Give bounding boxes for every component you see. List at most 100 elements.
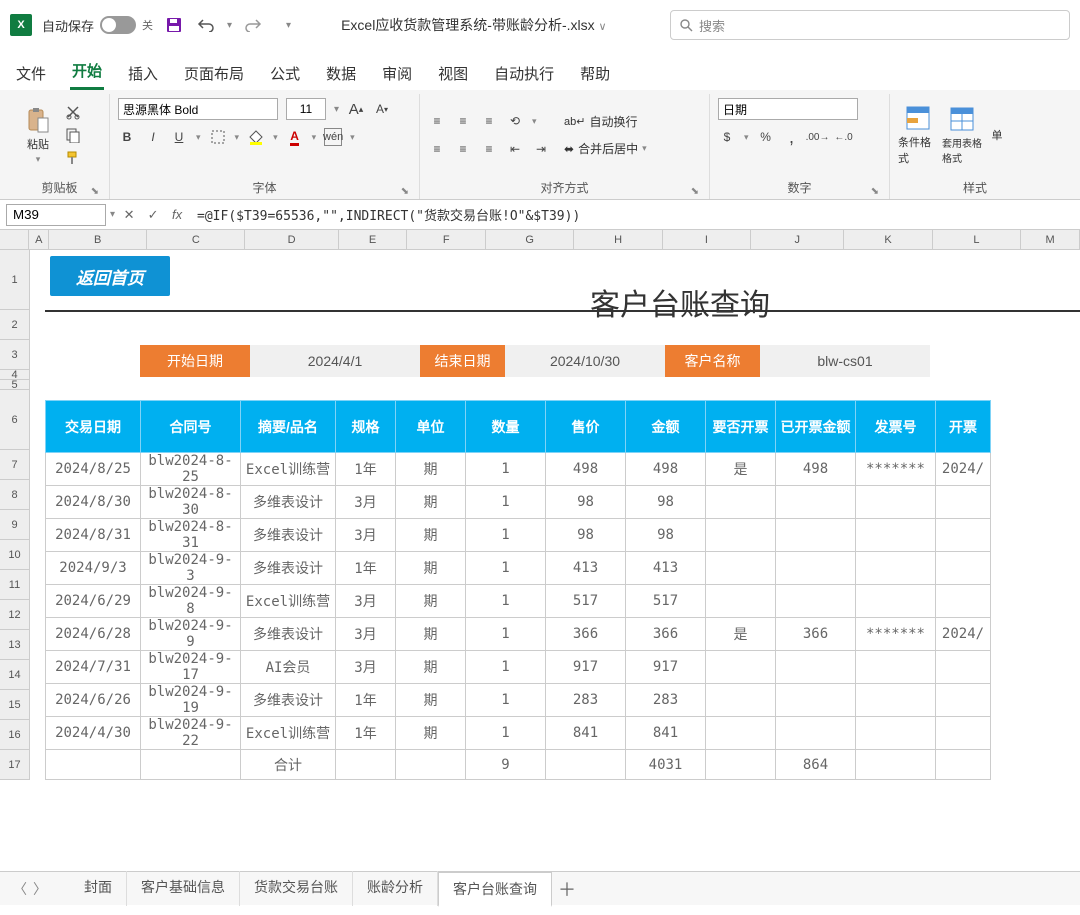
table-cell[interactable] bbox=[936, 684, 991, 717]
table-cell[interactable]: 多维表设计 bbox=[241, 618, 336, 651]
row-header[interactable]: 11 bbox=[0, 570, 30, 600]
table-cell[interactable]: 多维表设计 bbox=[241, 684, 336, 717]
table-cell[interactable]: blw2024-9-8 bbox=[141, 585, 241, 618]
table-cell[interactable] bbox=[776, 519, 856, 552]
table-cell[interactable]: 期 bbox=[396, 453, 466, 486]
align-top-icon[interactable]: ≡ bbox=[428, 112, 446, 130]
table-cell[interactable]: ******* bbox=[856, 453, 936, 486]
table-cell[interactable]: AI会员 bbox=[241, 651, 336, 684]
dialog-launcher-icon[interactable]: ⬊ bbox=[691, 186, 699, 197]
align-bottom-icon[interactable]: ≡ bbox=[480, 112, 498, 130]
table-cell[interactable] bbox=[706, 519, 776, 552]
col-header[interactable]: I bbox=[663, 230, 751, 250]
table-row[interactable]: 2024/6/29blw2024-9-8Excel训练营3月期1517517 bbox=[46, 585, 991, 618]
table-cell[interactable] bbox=[776, 552, 856, 585]
table-cell[interactable]: 2024/6/29 bbox=[46, 585, 141, 618]
table-cell[interactable] bbox=[706, 684, 776, 717]
sheet-tab[interactable]: 客户台账查询 bbox=[438, 872, 552, 907]
table-cell[interactable] bbox=[856, 585, 936, 618]
table-cell[interactable]: 413 bbox=[626, 552, 706, 585]
select-all-corner[interactable] bbox=[0, 230, 29, 250]
align-left-icon[interactable]: ≡ bbox=[428, 140, 446, 158]
conditional-format-button[interactable]: 条件格式 bbox=[898, 104, 938, 166]
accept-formula-icon[interactable]: ✓ bbox=[143, 205, 163, 225]
table-cell[interactable]: 1年 bbox=[336, 453, 396, 486]
table-cell[interactable]: 1 bbox=[466, 717, 546, 750]
fx-icon[interactable]: fx bbox=[167, 205, 187, 225]
table-row[interactable]: 2024/7/31blw2024-9-17AI会员3月期1917917 bbox=[46, 651, 991, 684]
table-cell[interactable] bbox=[776, 651, 856, 684]
table-cell[interactable]: 917 bbox=[626, 651, 706, 684]
table-row[interactable]: 2024/8/25blw2024-8-25Excel训练营1年期1498498是… bbox=[46, 453, 991, 486]
table-cell[interactable]: 1年 bbox=[336, 717, 396, 750]
tab-页面布局[interactable]: 页面布局 bbox=[182, 57, 246, 90]
table-cell[interactable]: 498 bbox=[626, 453, 706, 486]
tab-自动执行[interactable]: 自动执行 bbox=[492, 57, 556, 90]
format-painter-icon[interactable] bbox=[64, 149, 82, 167]
col-header[interactable]: K bbox=[844, 230, 932, 250]
table-cell[interactable] bbox=[706, 717, 776, 750]
align-middle-icon[interactable]: ≡ bbox=[454, 112, 472, 130]
decrease-decimal-icon[interactable]: ←.0 bbox=[835, 128, 853, 146]
tab-审阅[interactable]: 审阅 bbox=[380, 57, 414, 90]
row-header[interactable]: 15 bbox=[0, 690, 30, 720]
table-cell[interactable] bbox=[706, 486, 776, 519]
row-header[interactable]: 1 bbox=[0, 250, 30, 310]
col-header[interactable]: F bbox=[407, 230, 486, 250]
table-cell[interactable]: 多维表设计 bbox=[241, 552, 336, 585]
tab-开始[interactable]: 开始 bbox=[70, 54, 104, 90]
table-row[interactable]: 2024/8/31blw2024-8-31多维表设计3月期19898 bbox=[46, 519, 991, 552]
table-cell[interactable]: 498 bbox=[546, 453, 626, 486]
table-cell[interactable]: 517 bbox=[546, 585, 626, 618]
col-header[interactable]: D bbox=[245, 230, 338, 250]
col-header[interactable]: J bbox=[751, 230, 844, 250]
table-cell[interactable]: 3月 bbox=[336, 585, 396, 618]
table-row[interactable]: 2024/9/3blw2024-9-3多维表设计1年期1413413 bbox=[46, 552, 991, 585]
increase-indent-icon[interactable]: ⇥ bbox=[532, 140, 550, 158]
col-header[interactable]: G bbox=[486, 230, 574, 250]
redo-icon[interactable] bbox=[242, 14, 264, 36]
table-cell[interactable]: 1 bbox=[466, 519, 546, 552]
table-cell[interactable]: 1年 bbox=[336, 552, 396, 585]
decrease-font-icon[interactable]: A▾ bbox=[373, 100, 391, 118]
underline-icon[interactable]: U bbox=[170, 128, 188, 146]
tab-公式[interactable]: 公式 bbox=[268, 57, 302, 90]
col-header[interactable]: C bbox=[147, 230, 245, 250]
italic-icon[interactable]: I bbox=[144, 128, 162, 146]
comma-icon[interactable]: , bbox=[783, 128, 801, 146]
table-cell[interactable]: 是 bbox=[706, 618, 776, 651]
customer-value[interactable]: blw-cs01 bbox=[760, 345, 930, 377]
format-as-table-button[interactable]: 套用表格格式 bbox=[942, 105, 982, 165]
table-cell[interactable]: 98 bbox=[546, 486, 626, 519]
table-cell[interactable]: blw2024-9-17 bbox=[141, 651, 241, 684]
table-cell[interactable]: 期 bbox=[396, 684, 466, 717]
table-cell[interactable]: 366 bbox=[546, 618, 626, 651]
table-cell[interactable]: 2024/9/3 bbox=[46, 552, 141, 585]
table-cell[interactable] bbox=[856, 486, 936, 519]
table-cell[interactable]: 1年 bbox=[336, 684, 396, 717]
table-cell[interactable]: 1 bbox=[466, 453, 546, 486]
table-cell[interactable]: 283 bbox=[546, 684, 626, 717]
tab-文件[interactable]: 文件 bbox=[14, 57, 48, 90]
table-cell[interactable]: ******* bbox=[856, 618, 936, 651]
table-cell[interactable] bbox=[856, 684, 936, 717]
font-color-icon[interactable]: A bbox=[286, 128, 304, 146]
name-box[interactable] bbox=[6, 204, 106, 226]
row-header[interactable]: 13 bbox=[0, 630, 30, 660]
table-cell[interactable]: 多维表设计 bbox=[241, 486, 336, 519]
search-input[interactable]: 搜索 bbox=[670, 10, 1070, 40]
table-cell[interactable]: blw2024-9-19 bbox=[141, 684, 241, 717]
undo-icon[interactable] bbox=[195, 14, 217, 36]
tab-数据[interactable]: 数据 bbox=[324, 57, 358, 90]
table-cell[interactable] bbox=[856, 519, 936, 552]
table-cell[interactable]: 3月 bbox=[336, 618, 396, 651]
fill-color-icon[interactable] bbox=[247, 128, 265, 146]
table-cell[interactable]: 841 bbox=[626, 717, 706, 750]
col-header[interactable]: H bbox=[574, 230, 662, 250]
table-cell[interactable] bbox=[936, 717, 991, 750]
sheet-tab[interactable]: 账龄分析 bbox=[353, 871, 438, 906]
table-cell[interactable]: 2024/8/31 bbox=[46, 519, 141, 552]
table-cell[interactable] bbox=[776, 684, 856, 717]
col-header[interactable]: M bbox=[1021, 230, 1080, 250]
table-cell[interactable]: 3月 bbox=[336, 486, 396, 519]
